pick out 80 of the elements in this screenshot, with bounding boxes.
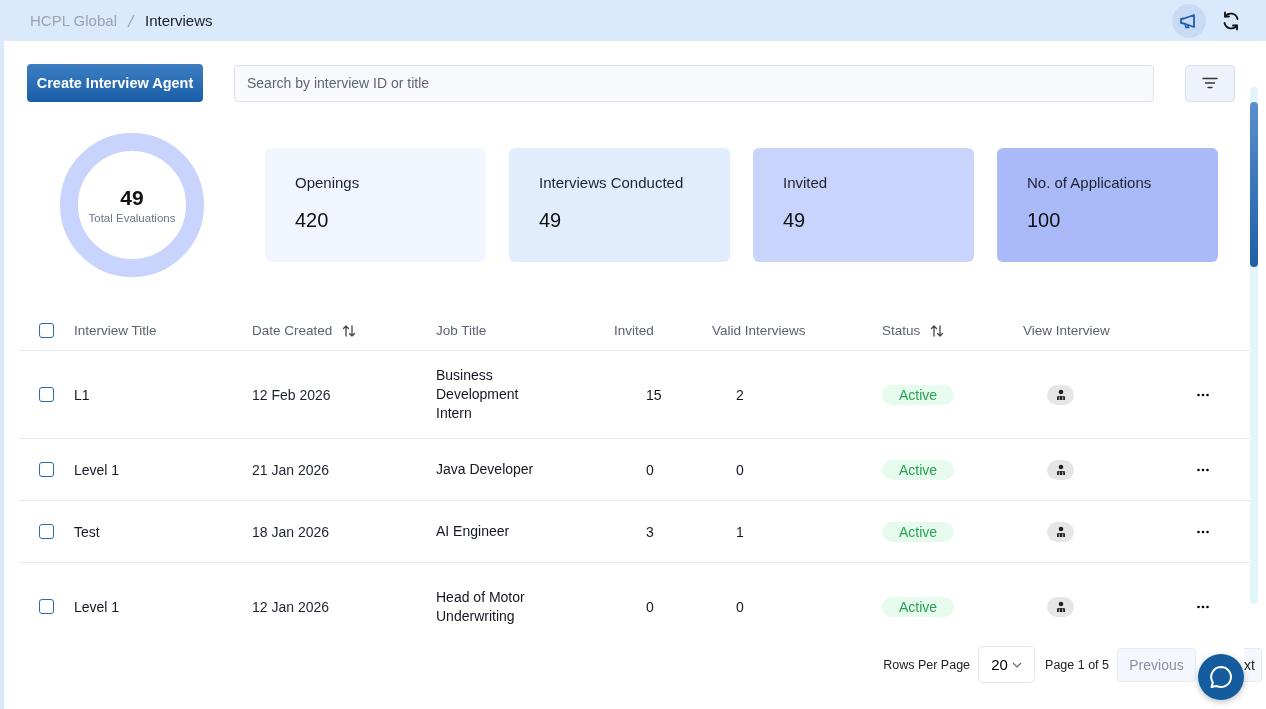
column-header: View Interview <box>1023 323 1110 338</box>
interview-title: Level 1 <box>74 461 120 478</box>
invited-count: 0 <box>646 461 654 478</box>
rows-per-page-dropdown[interactable]: 20 <box>978 646 1036 683</box>
stat-label: Interviews Conducted <box>539 174 685 191</box>
person-icon <box>1054 388 1067 401</box>
valid-interviews-count: 0 <box>736 461 744 478</box>
interview-title: Level 1 <box>74 598 120 615</box>
checkbox[interactable] <box>39 524 54 539</box>
invited-count: 15 <box>646 386 662 403</box>
breadcrumb-separator <box>127 13 135 28</box>
more-icon <box>1197 604 1209 609</box>
date-created: 21 Jan 2026 <box>252 461 330 478</box>
checkbox[interactable] <box>39 323 54 338</box>
column-header[interactable]: Status <box>882 323 921 338</box>
more-icon <box>1197 392 1209 397</box>
more-icon <box>1197 467 1209 472</box>
interview-title: Test <box>74 523 100 540</box>
more-options-button[interactable] <box>1197 392 1209 397</box>
chat-button[interactable] <box>1198 654 1244 700</box>
filter-icon <box>1202 77 1218 89</box>
more-options-button[interactable] <box>1197 467 1209 472</box>
scrollbar-thumb[interactable] <box>1250 102 1258 267</box>
create-interview-button[interactable]: Create Interview Agent <box>27 64 203 102</box>
stat-label: No. of Applications <box>1027 174 1153 191</box>
job-title: Business Development Intern <box>436 366 520 423</box>
checkbox[interactable] <box>39 387 54 402</box>
chat-bubble-icon <box>1208 664 1234 690</box>
sort-icon[interactable] <box>342 323 357 338</box>
stat-label: Openings <box>295 174 361 191</box>
column-header: Valid Interviews <box>712 323 806 338</box>
column-header: Job Title <box>436 323 487 338</box>
more-options-button[interactable] <box>1197 529 1209 534</box>
interview-title: L1 <box>74 386 90 403</box>
view-interview-button[interactable] <box>1047 596 1074 617</box>
invited-count: 0 <box>646 598 654 615</box>
view-interview-button[interactable] <box>1047 521 1074 542</box>
view-interview-button[interactable] <box>1047 459 1074 480</box>
stat-value: 49 <box>783 209 807 232</box>
filter-button[interactable] <box>1185 64 1235 102</box>
rows-per-page-label: Rows Per Page <box>883 657 971 672</box>
status-badge: Active <box>882 459 955 480</box>
job-title: Java Developer <box>436 460 535 479</box>
status-badge: Active <box>882 596 955 617</box>
sort-icon[interactable] <box>930 323 945 338</box>
column-header: Interview Title <box>74 323 157 338</box>
column-header[interactable]: Date Created <box>252 323 333 338</box>
announcement-button[interactable] <box>1172 3 1206 38</box>
column-header: Invited <box>614 323 654 338</box>
stat-value: 420 <box>295 209 330 232</box>
status-badge: Active <box>882 384 955 405</box>
view-interview-button[interactable] <box>1047 384 1074 405</box>
checkbox[interactable] <box>39 599 54 614</box>
person-icon <box>1054 600 1067 613</box>
stat-label: Invited <box>783 174 829 191</box>
next-button[interactable]: xt <box>1244 647 1262 682</box>
date-created: 12 Feb 2026 <box>252 386 331 403</box>
breadcrumb-current: Interviews <box>145 12 213 29</box>
stat-value: 49 <box>539 209 563 232</box>
job-title: Head of Motor Underwriting <box>436 587 526 626</box>
checkbox[interactable] <box>39 462 54 477</box>
valid-interviews-count: 1 <box>736 523 744 540</box>
invited-count: 3 <box>646 523 654 540</box>
refresh-icon <box>1221 10 1241 31</box>
total-count: 49 <box>120 186 144 210</box>
search-field[interactable]: Search by interview ID or title <box>234 64 1154 102</box>
person-icon <box>1054 525 1067 538</box>
status-badge: Active <box>882 521 955 542</box>
more-icon <box>1197 529 1209 534</box>
total-label: Total Evaluations <box>88 212 176 224</box>
job-title: AI Engineer <box>436 522 511 541</box>
page-info: Page 1 of 5 <box>1045 657 1109 672</box>
valid-interviews-count: 0 <box>736 598 744 615</box>
valid-interviews-count: 2 <box>736 386 744 403</box>
caret-icon <box>1011 661 1022 668</box>
date-created: 12 Jan 2026 <box>252 598 330 615</box>
stat-value: 100 <box>1027 209 1062 232</box>
date-created: 18 Jan 2026 <box>252 523 330 540</box>
more-options-button[interactable] <box>1197 604 1209 609</box>
person-icon <box>1054 463 1067 476</box>
